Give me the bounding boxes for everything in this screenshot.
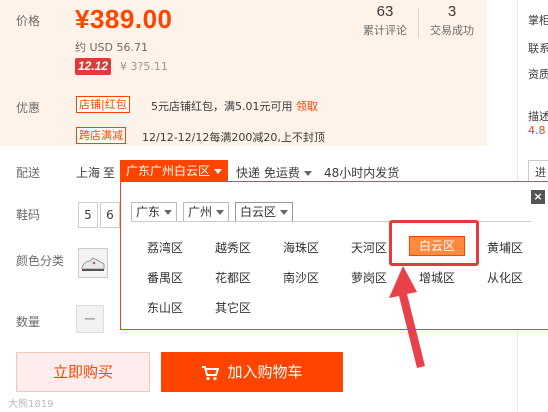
buy-now-button[interactable]: 立即购买 — [16, 352, 150, 392]
dispatch-time: 48小时内发货 — [324, 166, 400, 180]
shop-coupon-desc: 5元店铺红包，满5.01元可用 — [151, 100, 293, 113]
district-option[interactable]: 花都区 — [205, 269, 261, 286]
price-panel: 价格 ¥389.00 约 USD 56.71 12.12 ¥ 3?5.11 63… — [0, 0, 487, 146]
district-tab[interactable]: 白云区 — [235, 202, 294, 222]
chevron-down-icon — [280, 210, 289, 215]
destination-text: 广东广州白云区 — [126, 164, 211, 178]
city-tab-label: 广州 — [188, 205, 213, 219]
reviews-stat[interactable]: 63 累计评论 — [358, 3, 412, 38]
reviews-label: 累计评论 — [363, 24, 407, 37]
color-option-thumbnail[interactable] — [78, 248, 108, 278]
cross-store-tag: 跨店满减 — [76, 127, 126, 144]
annotation-arrow-icon — [389, 266, 425, 368]
district-option[interactable]: 荔湾区 — [137, 239, 193, 256]
quantity-label: 数量 — [16, 315, 41, 329]
shipping-label: 配送 — [16, 166, 41, 180]
price-usd: 约 USD 56.71 — [75, 41, 148, 54]
chevron-down-icon — [216, 210, 225, 215]
shop-coupon-tag: 店铺|红包 — [76, 96, 130, 113]
district-tab-label: 白云区 — [240, 205, 277, 219]
shopkeeper-label: 掌柜 — [528, 14, 548, 27]
claim-coupon-link[interactable]: 领取 — [296, 100, 318, 113]
size-option[interactable]: 6 — [100, 202, 120, 228]
event-price: ¥ 3?5.11 — [120, 60, 168, 73]
quantity-decrease-button[interactable]: − — [76, 305, 104, 333]
annotation-highlight-box — [389, 220, 479, 266]
province-tab-label: 广东 — [136, 205, 161, 219]
district-option[interactable]: 从化区 — [477, 269, 533, 286]
price-amount: ¥389.00 — [75, 4, 173, 34]
contact-label[interactable]: 联系 — [528, 40, 548, 56]
chevron-down-icon — [164, 210, 173, 215]
province-tab[interactable]: 广东 — [131, 202, 178, 222]
chevron-down-icon — [214, 169, 223, 174]
watermark: 大熊1819 — [8, 399, 54, 410]
color-label: 颜色分类 — [16, 254, 65, 268]
region-selector-popup: × 广东 广州 白云区 荔湾区 越秀区 海珠区 天河区 白云区 黄埔区 番禺区 … — [120, 181, 548, 330]
district-option[interactable]: 海珠区 — [273, 239, 329, 256]
promo-label: 优惠 — [16, 101, 41, 115]
double12-badge: 12.12 — [75, 58, 112, 75]
district-option[interactable]: 东山区 — [137, 299, 193, 316]
qualification-label[interactable]: 资质 — [528, 66, 548, 82]
price-label: 价格 — [16, 14, 41, 28]
shipping-method[interactable]: 快递 免运费 — [236, 164, 312, 181]
chevron-down-icon — [303, 171, 312, 176]
sales-stat: 3 交易成功 — [424, 3, 480, 38]
add-to-cart-button[interactable]: 加入购物车 — [161, 352, 343, 392]
cross-store-text: 12/12-12/12每满200减20,上不封顶 — [142, 131, 325, 144]
stats-divider — [418, 8, 419, 38]
shipping-method-text: 快递 免运费 — [236, 166, 300, 180]
city-tab[interactable]: 广州 — [183, 202, 230, 222]
description-label: 描述 — [528, 110, 548, 123]
district-option[interactable]: 其它区 — [205, 299, 261, 316]
district-option[interactable]: 番禺区 — [137, 269, 193, 286]
district-option[interactable]: 黄埔区 — [477, 239, 533, 256]
reviews-count: 63 — [376, 3, 394, 20]
description-score: 4.8 — [528, 124, 546, 137]
sales-label: 交易成功 — [430, 24, 474, 37]
size-label: 鞋码 — [16, 208, 41, 222]
add-to-cart-label: 加入购物车 — [227, 363, 303, 381]
destination-selector[interactable]: 广东广州白云区 — [120, 160, 229, 182]
district-option[interactable]: 南沙区 — [273, 269, 329, 286]
close-icon[interactable]: × — [531, 190, 545, 204]
shop-coupon-text: 5元店铺红包，满5.01元可用 领取 — [151, 98, 318, 114]
size-option[interactable]: 5 — [78, 202, 98, 228]
sales-count: 3 — [447, 3, 457, 20]
ship-to-word: 至 — [103, 166, 116, 180]
shoe-image — [79, 249, 107, 277]
district-option[interactable]: 越秀区 — [205, 239, 261, 256]
ship-from: 上海 — [76, 166, 101, 180]
cart-icon — [202, 365, 220, 380]
